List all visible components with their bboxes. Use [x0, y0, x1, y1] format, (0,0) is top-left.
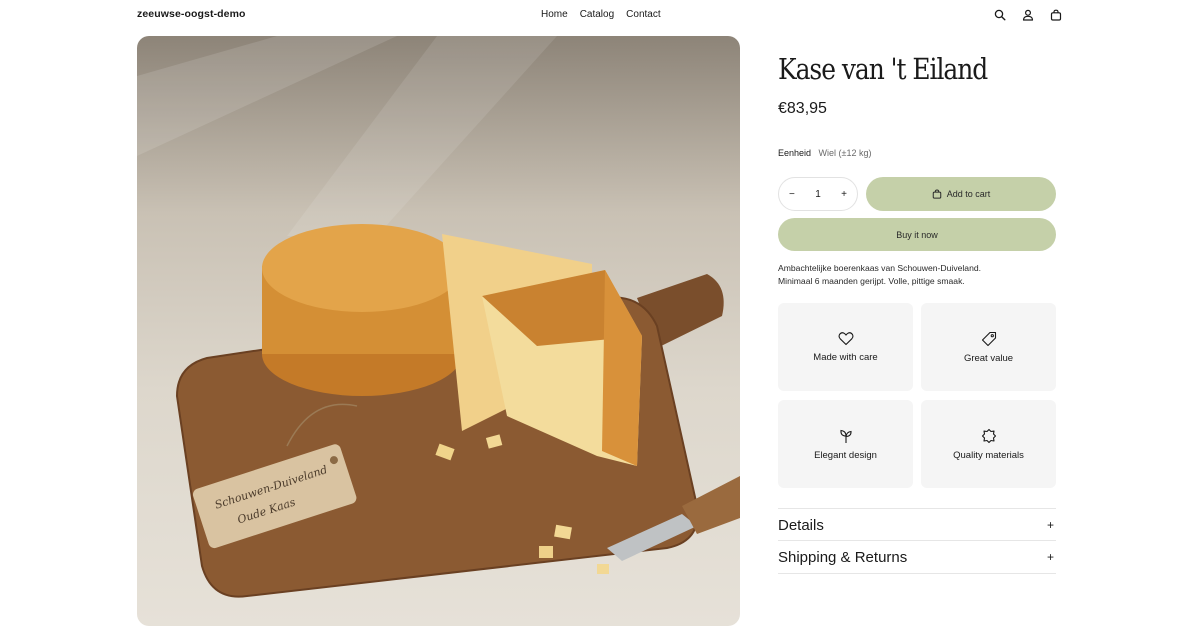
product-title: Kase van 't Eiland — [778, 52, 988, 86]
badge-icon — [981, 428, 996, 443]
nav-contact[interactable]: Contact — [626, 9, 660, 20]
site-header: zeeuwse-oogst-demo Home Catalog Contact — [0, 0, 1200, 30]
variant-row: Eenheid Wiel (±12 kg) — [778, 148, 872, 158]
main-nav: Home Catalog Contact — [541, 9, 661, 20]
accordion-title: Shipping & Returns — [778, 548, 908, 566]
feature-great-value: Great value — [921, 303, 1056, 391]
accordion-shipping-returns[interactable]: Shipping & Returns + — [778, 540, 1056, 574]
account-icon[interactable] — [1020, 7, 1036, 23]
plus-icon[interactable]: + — [1047, 550, 1056, 564]
quantity-value[interactable]: 1 — [815, 189, 821, 200]
plus-icon[interactable]: + — [1047, 518, 1056, 532]
accordion-details[interactable]: Details + — [778, 508, 1056, 541]
variant-label: Eenheid — [778, 148, 812, 158]
nav-catalog[interactable]: Catalog — [580, 9, 614, 20]
feature-label: Great value — [963, 352, 1014, 364]
feature-label: Quality materials — [953, 449, 1024, 461]
feature-label: Elegant design — [814, 449, 877, 461]
heart-icon — [838, 332, 853, 346]
cart-icon[interactable] — [1048, 7, 1064, 23]
description-line: Minimaal 6 maanden gerijpt. Volle, pitti… — [778, 275, 965, 286]
cheese-illustration: Schouwen-Duiveland Oude Kaas — [137, 36, 740, 598]
add-to-cart-button[interactable]: Add to cart — [866, 177, 1056, 211]
bag-icon — [932, 189, 941, 199]
header-icons — [992, 7, 1064, 23]
description-line: Ambachtelijke boerenkaas van Schouwen-Du… — [778, 263, 982, 273]
add-to-cart-label: Add to cart — [946, 189, 991, 199]
product-image[interactable]: Schouwen-Duiveland Oude Kaas — [137, 36, 740, 626]
sprout-icon — [839, 429, 852, 443]
buy-now-button[interactable]: Buy it now — [778, 218, 1056, 251]
feature-elegant-design: Elegant design — [778, 400, 913, 488]
feature-label: Made with care — [813, 352, 878, 363]
search-icon[interactable] — [992, 7, 1008, 23]
quantity-decrement-button[interactable]: − — [789, 189, 795, 200]
tag-icon — [981, 331, 996, 346]
buy-now-label: Buy it now — [896, 229, 938, 240]
variant-value[interactable]: Wiel (±12 kg) — [819, 148, 872, 158]
nav-home[interactable]: Home — [541, 9, 568, 20]
accordion-title: Details — [778, 516, 824, 534]
quantity-increment-button[interactable]: + — [841, 189, 847, 200]
product-price: €83,95 — [778, 100, 827, 117]
product-description: Ambachtelijke boerenkaas van Schouwen-Du… — [778, 262, 1057, 287]
brand-logo[interactable]: zeeuwse-oogst-demo — [137, 8, 246, 20]
quantity-stepper: − 1 + — [778, 177, 858, 211]
feature-made-with-care: Made with care — [778, 303, 913, 391]
feature-quality-materials: Quality materials — [921, 400, 1056, 488]
